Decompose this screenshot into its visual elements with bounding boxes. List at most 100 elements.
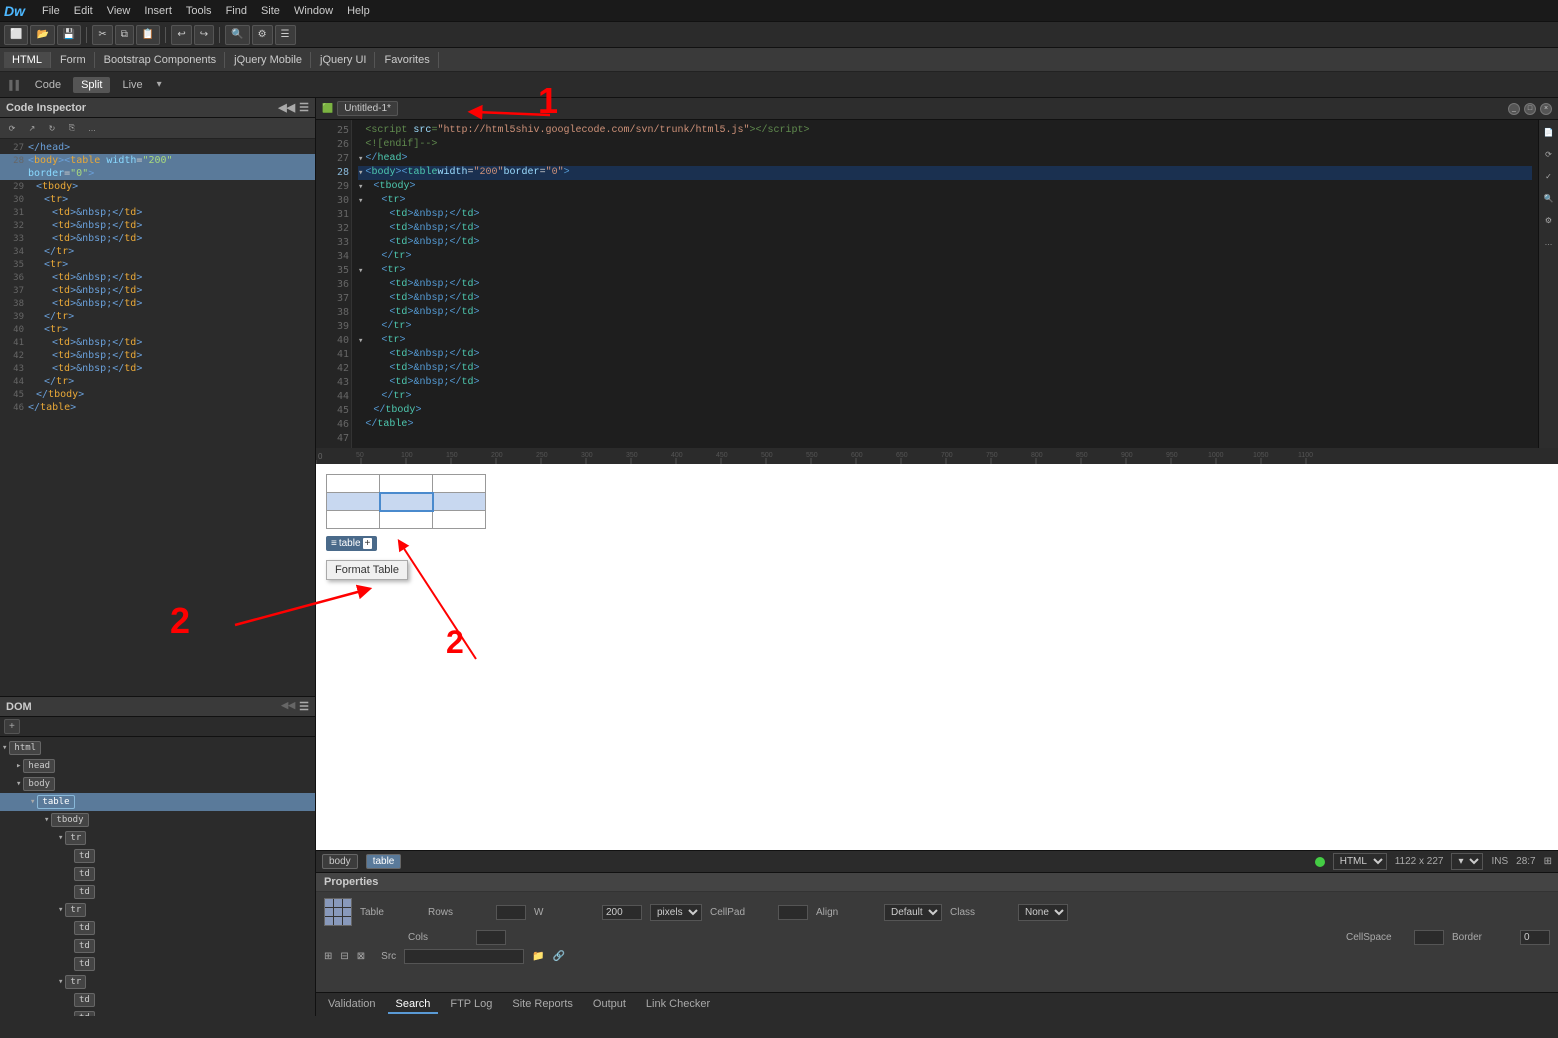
prop-align-select[interactable]: Default — [884, 904, 942, 921]
menu-view[interactable]: View — [100, 3, 138, 19]
design-td-3-3[interactable] — [433, 511, 486, 529]
dom-tr-1[interactable]: ▾ tr — [0, 829, 315, 847]
prop-link-icon[interactable]: 🔗 — [553, 951, 565, 962]
design-td-1-3[interactable] — [433, 475, 486, 493]
minimize-btn[interactable]: _ — [1508, 103, 1520, 115]
status-mode-select[interactable]: HTML — [1333, 853, 1387, 870]
design-td-2-3[interactable] — [433, 493, 486, 511]
status-tag-table[interactable]: table — [366, 854, 402, 869]
rs-file-icon[interactable]: 📄 — [1541, 124, 1557, 140]
menu-edit[interactable]: Edit — [67, 3, 100, 19]
tb-new[interactable]: ⬜ — [4, 25, 28, 45]
prop-browse-icon[interactable]: 📁 — [532, 951, 544, 962]
prop-unit-select[interactable]: pixels — [650, 904, 702, 921]
status-tag-body[interactable]: body — [322, 854, 358, 869]
prop-cols-input[interactable] — [476, 930, 506, 945]
dom-tr-3[interactable]: ▾ tr — [0, 973, 315, 991]
design-tr-2[interactable] — [327, 493, 486, 511]
rs-more-icon[interactable]: … — [1541, 234, 1557, 250]
insert-tab-jquerymobile[interactable]: jQuery Mobile — [226, 52, 311, 68]
dom-collapse-btn[interactable]: ◀◀ — [281, 700, 295, 713]
bottom-tab-link-checker[interactable]: Link Checker — [638, 996, 718, 1014]
tb-open[interactable]: 📂 — [30, 25, 54, 45]
prop-cellpad-input[interactable] — [778, 905, 808, 920]
dom-tag-tr-2[interactable]: tr — [65, 903, 86, 917]
tb-cut[interactable]: ✂ — [92, 25, 112, 45]
tb-redo[interactable]: ↪ — [194, 25, 214, 45]
dom-tag-td-2-3[interactable]: td — [74, 957, 95, 971]
bottom-tab-validation[interactable]: Validation — [320, 996, 384, 1014]
dom-td-3-2[interactable]: td — [0, 1009, 315, 1016]
insert-tab-favorites[interactable]: Favorites — [376, 52, 438, 68]
tb-paste[interactable]: 📋 — [136, 25, 160, 45]
tb-copy[interactable]: ⧉ — [115, 25, 134, 45]
prop-class-select[interactable]: None — [1018, 904, 1068, 921]
dom-tag-tr-1[interactable]: tr — [65, 831, 86, 845]
dom-table[interactable]: ▾ table — [0, 793, 315, 811]
tb-more1[interactable]: ⚙ — [252, 25, 273, 45]
ci-refresh-btn[interactable]: ↻ — [44, 120, 60, 136]
ci-menu-btn[interactable]: ☰ — [299, 101, 309, 114]
rs-inspect-icon[interactable]: 🔍 — [1541, 190, 1557, 206]
dom-tag-table[interactable]: table — [37, 795, 74, 809]
ci-sync-btn[interactable]: ⟳ — [4, 120, 20, 136]
dom-td-1-3[interactable]: td — [0, 883, 315, 901]
dom-tag-tr-3[interactable]: tr — [65, 975, 86, 989]
dom-head[interactable]: ▸ head — [0, 757, 315, 775]
bottom-tab-site-reports[interactable]: Site Reports — [504, 996, 581, 1014]
prop-icon-3[interactable]: ⊠ — [357, 951, 365, 962]
design-tr-1[interactable] — [327, 475, 486, 493]
maximize-btn[interactable]: □ — [1524, 103, 1536, 115]
insert-tab-jqueryui[interactable]: jQuery UI — [312, 52, 375, 68]
dom-tbody[interactable]: ▾ tbody — [0, 811, 315, 829]
menu-tools[interactable]: Tools — [179, 3, 219, 19]
design-td-1-2[interactable] — [380, 475, 433, 493]
code-text-area[interactable]: <script src="http://html5shiv.googlecode… — [352, 120, 1538, 448]
insert-tab-html[interactable]: HTML — [4, 52, 51, 68]
prop-rows-input[interactable] — [496, 905, 526, 920]
dom-tag-td-1-1[interactable]: td — [74, 849, 95, 863]
prop-border-input[interactable] — [1520, 930, 1550, 945]
tb-save[interactable]: 💾 — [57, 25, 81, 45]
design-tr-3[interactable] — [327, 511, 486, 529]
table-indicator-plus[interactable]: + — [363, 538, 373, 549]
insert-tab-form[interactable]: Form — [52, 52, 95, 68]
bottom-tab-search[interactable]: Search — [388, 996, 439, 1014]
design-td-2-1[interactable] — [327, 493, 380, 511]
dom-tag-td-1-3[interactable]: td — [74, 885, 95, 899]
split-view-btn[interactable]: Split — [73, 77, 110, 93]
ci-collapse-btn[interactable]: ◀◀ — [278, 101, 295, 114]
prop-w-input[interactable] — [602, 905, 642, 920]
rs-sync-icon[interactable]: ⟳ — [1541, 146, 1557, 162]
dom-td-1-2[interactable]: td — [0, 865, 315, 883]
design-view[interactable]: ≡ table + Format Table 2 — [316, 464, 1558, 850]
bottom-tab-ftp[interactable]: FTP Log — [442, 996, 500, 1014]
dom-tr-2[interactable]: ▾ tr — [0, 901, 315, 919]
editor-tab-untitled[interactable]: Untitled-1* — [337, 101, 398, 116]
insert-tab-bootstrap[interactable]: Bootstrap Components — [96, 52, 226, 68]
dom-html[interactable]: ▾ html — [0, 739, 315, 757]
format-table-popup[interactable]: Format Table — [326, 560, 408, 580]
design-td-3-1[interactable] — [327, 511, 380, 529]
dom-tag-tbody[interactable]: tbody — [51, 813, 88, 827]
dom-tag-head[interactable]: head — [23, 759, 55, 773]
menu-site[interactable]: Site — [254, 3, 287, 19]
dom-td-2-1[interactable]: td — [0, 919, 315, 937]
tb-more2[interactable]: ☰ — [275, 25, 296, 45]
close-btn[interactable]: × — [1540, 103, 1552, 115]
tb-undo[interactable]: ↩ — [171, 25, 191, 45]
dom-td-3-1[interactable]: td — [0, 991, 315, 1009]
dom-body[interactable]: ▾ body — [0, 775, 315, 793]
design-td-1-1[interactable] — [327, 475, 380, 493]
live-view-btn[interactable]: Live — [114, 77, 150, 93]
prop-icon-2[interactable]: ⊟ — [340, 951, 348, 962]
menu-find[interactable]: Find — [219, 3, 254, 19]
ci-more-btn[interactable]: … — [84, 120, 100, 136]
status-dim-select[interactable]: ▾ — [1451, 853, 1483, 870]
dom-td-2-3[interactable]: td — [0, 955, 315, 973]
menu-insert[interactable]: Insert — [137, 3, 179, 19]
design-table[interactable] — [326, 474, 486, 529]
dom-td-2-2[interactable]: td — [0, 937, 315, 955]
rs-settings-icon[interactable]: ⚙ — [1541, 212, 1557, 228]
tb-find[interactable]: 🔍 — [225, 25, 249, 45]
